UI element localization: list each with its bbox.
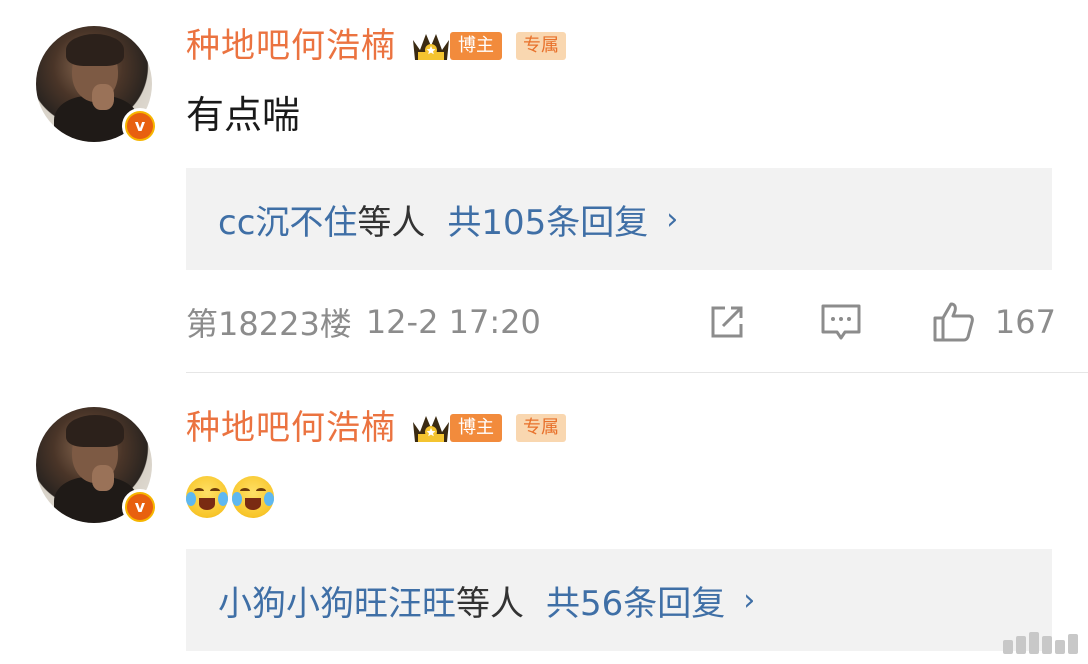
like-icon[interactable] [931, 300, 975, 344]
reply-count[interactable]: 共56条回复 [546, 576, 725, 625]
blogger-badge: 博主 [450, 32, 502, 60]
avatar[interactable]: v [36, 407, 158, 525]
reply-others-label: 等人 [456, 583, 524, 624]
replies-summary[interactable]: 小狗小狗旺汪旺 等人 共56条回复 › [186, 549, 1052, 651]
username[interactable]: 种地吧何浩楠 [186, 406, 396, 450]
exclusive-badge: 专属 [516, 414, 566, 442]
username-row: 种地吧何浩楠 博主 专属 [186, 406, 566, 450]
verified-icon: v [122, 108, 158, 144]
floor-number: 第18223楼 [186, 305, 352, 343]
crown-icon [413, 416, 449, 442]
avatar[interactable]: v [36, 26, 158, 144]
like-count: 167 [994, 303, 1056, 341]
comment-icon[interactable] [819, 300, 863, 344]
username-row: 种地吧何浩楠 博主 专属 [186, 24, 566, 68]
verified-icon: v [122, 489, 158, 525]
laugh-cry-emoji-icon [232, 476, 274, 518]
comment-list: v 种地吧何浩楠 博主 专属 有点喘 cc沉不住 等人 共105条回复 › 第1… [0, 0, 1088, 664]
reply-names[interactable]: cc沉不住 [218, 195, 357, 244]
laugh-cry-emoji-icon [186, 476, 228, 518]
username[interactable]: 种地吧何浩楠 [186, 24, 396, 68]
reply-count[interactable]: 共105条回复 [447, 195, 648, 244]
exclusive-badge: 专属 [516, 32, 566, 60]
watermark-bars [1003, 632, 1078, 654]
reply-names[interactable]: 小狗小狗旺汪旺 [218, 576, 456, 625]
share-icon[interactable] [705, 300, 749, 344]
replies-summary[interactable]: cc沉不住 等人 共105条回复 › [186, 168, 1052, 270]
chevron-right-icon: › [666, 201, 679, 237]
reply-others-label: 等人 [357, 202, 426, 243]
chevron-right-icon: › [743, 582, 756, 618]
comment-emojis [186, 476, 274, 518]
comment-text: 有点喘 [186, 93, 301, 137]
divider [186, 372, 1088, 373]
comment-actions: 167 [705, 300, 1056, 344]
comment-meta: 第18223楼 12-2 17:20 167 [186, 300, 1056, 344]
blogger-badge: 博主 [450, 414, 502, 442]
timestamp: 12-2 17:20 [365, 303, 541, 341]
crown-icon [413, 34, 449, 60]
